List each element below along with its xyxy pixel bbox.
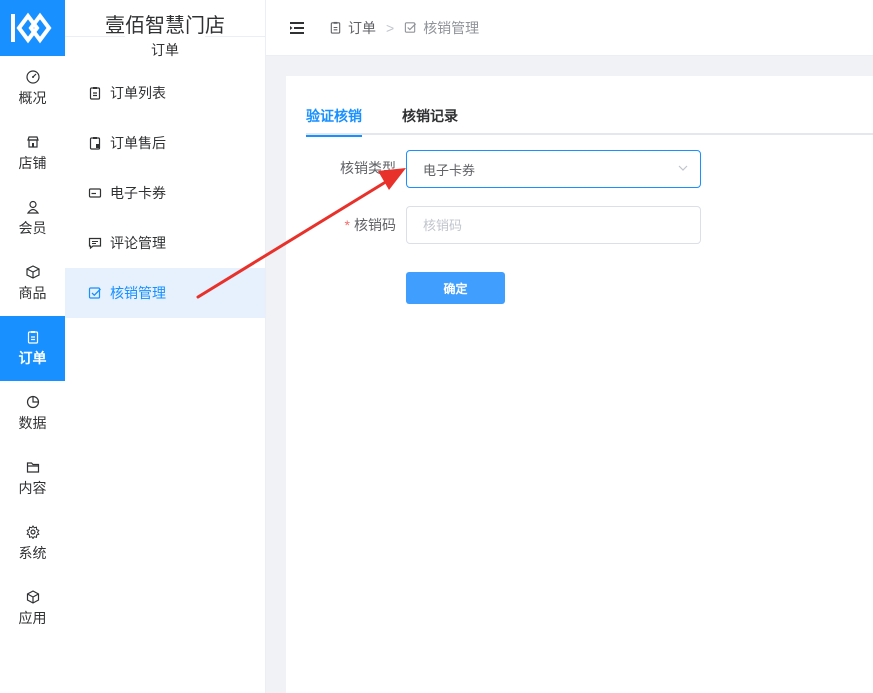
required-mark: * (344, 217, 350, 233)
code-label: * 核销码 (286, 215, 396, 235)
rail-item-label: 订单 (18, 349, 47, 366)
sidebar-group-title: 订单 (65, 36, 265, 64)
rail-item-label: 内容 (18, 479, 47, 496)
sidebar-item-label: 订单售后 (110, 135, 166, 151)
breadcrumb-item-current: 核销管理 (423, 19, 480, 36)
rail-item-apps[interactable]: 应用 (0, 576, 65, 641)
rail-item-label: 商品 (18, 284, 47, 301)
gauge-icon (25, 69, 40, 84)
type-label: 核销类型 (340, 160, 396, 176)
rail-item-label: 会员 (18, 219, 47, 236)
rail-item-orders[interactable]: 订单 (0, 316, 65, 381)
rail-item-overview[interactable]: 概况 (0, 56, 65, 121)
check-square-icon (88, 287, 101, 299)
box-icon (25, 264, 40, 279)
sub-sidebar: 壹佰智慧门店 订单 订单列表 订单售后 电子卡券 评论管理 核销管理 (65, 0, 266, 693)
rail-item-label: 店铺 (18, 154, 47, 171)
rail-item-label: 系统 (18, 544, 47, 561)
rail-item-label: 应用 (18, 609, 47, 626)
tab-bar: 验证核销 核销记录 (306, 104, 873, 137)
sidebar-item-label: 订单列表 (110, 85, 166, 101)
sidebar-item-comments[interactable]: 评论管理 (65, 218, 265, 268)
main-rail: 概况 店铺 会员 商品 订单 数据 内容 系统 应用 (0, 0, 65, 693)
clipboard-lock-icon (89, 137, 101, 150)
rail-item-label: 概况 (18, 89, 47, 106)
sidebar-item-verification[interactable]: 核销管理 (65, 268, 265, 318)
divider (65, 36, 125, 37)
rail-item-goods[interactable]: 商品 (0, 251, 65, 316)
store-name: 壹佰智慧门店 (105, 15, 225, 37)
sidebar-item-after-sales[interactable]: 订单售后 (65, 118, 265, 168)
rail-item-system[interactable]: 系统 (0, 511, 65, 576)
rail-item-content[interactable]: 内容 (0, 446, 65, 511)
tab-verification-records[interactable]: 核销记录 (402, 104, 458, 135)
chevron-down-icon (678, 165, 688, 171)
app-logo[interactable] (0, 0, 65, 56)
sidebar-item-e-coupons[interactable]: 电子卡券 (65, 168, 265, 218)
sidebar-item-label: 核销管理 (110, 285, 166, 301)
sidebar-item-order-list[interactable]: 订单列表 (65, 68, 265, 118)
store-icon (26, 135, 39, 148)
tab-verify[interactable]: 验证核销 (306, 104, 362, 137)
folder-icon (26, 461, 39, 473)
main-content-card: 验证核销 核销记录 核销类型 电子卡券 *核销码 确定 (286, 76, 873, 693)
breadcrumb-separator: > (386, 19, 395, 36)
rail-item-members[interactable]: 会员 (0, 186, 65, 251)
rail-item-data[interactable]: 数据 (0, 381, 65, 446)
card-icon (88, 188, 102, 198)
select-value: 电子卡券 (423, 162, 476, 178)
clipboard-icon (27, 330, 38, 344)
comment-icon (88, 237, 102, 250)
sidebar-item-label: 评论管理 (110, 235, 166, 251)
check-square-icon (405, 22, 417, 33)
gear-icon (25, 524, 40, 539)
sidebar-item-label: 电子卡券 (110, 185, 166, 201)
code-label-text: 核销码 (354, 217, 396, 233)
breadcrumb: 订单 > 核销管理 (329, 18, 479, 38)
rail-item-label: 数据 (18, 414, 47, 431)
confirm-button[interactable]: 确定 (406, 272, 505, 304)
top-header: 订单 > 核销管理 (266, 0, 873, 56)
sidebar-group-label: 订单 (139, 42, 191, 58)
user-icon (26, 200, 39, 214)
rail-item-store[interactable]: 店铺 (0, 121, 65, 186)
logo-icon (10, 12, 51, 44)
menu-toggle-icon[interactable] (289, 21, 305, 35)
divider (205, 36, 265, 37)
verification-code-input[interactable] (406, 206, 701, 244)
clipboard-icon (330, 21, 341, 34)
verification-type-select[interactable]: 电子卡券 (406, 150, 701, 188)
clipboard-icon (89, 87, 101, 100)
pie-chart-icon (26, 395, 39, 408)
breadcrumb-item-orders[interactable]: 订单 (348, 18, 376, 38)
cube-icon (26, 589, 39, 604)
